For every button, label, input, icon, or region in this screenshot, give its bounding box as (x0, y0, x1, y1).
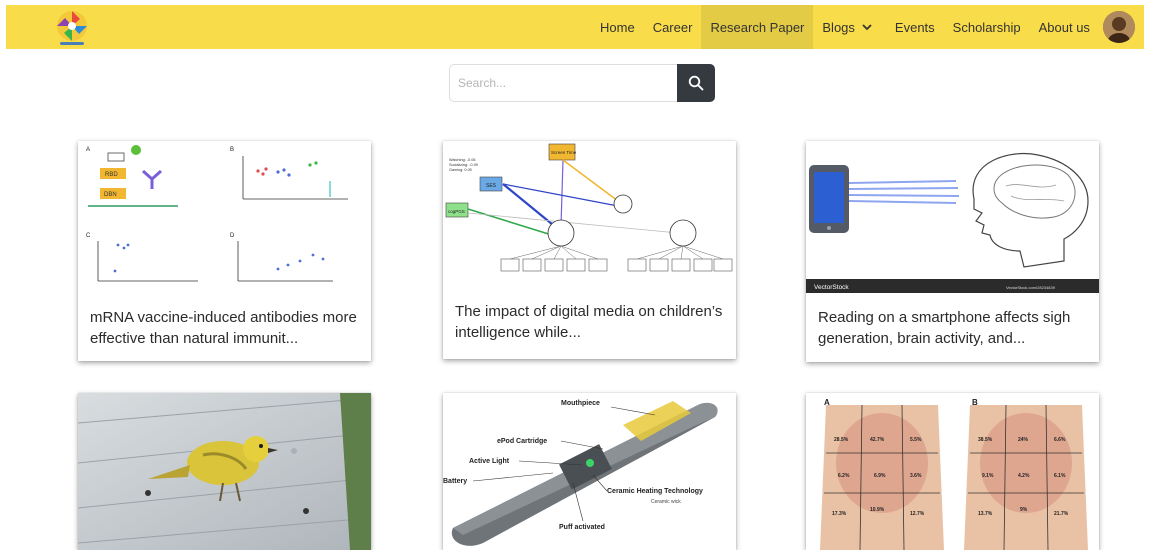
nav-events-label: Events (894, 19, 935, 35)
panel-c-letter: C (86, 233, 91, 239)
label-battery: Battery (443, 478, 467, 485)
nav-career-label: Career (652, 19, 693, 35)
yellow-bird-image (78, 393, 371, 550)
label-ceramic-wick: Ceramic wick (651, 499, 681, 505)
card-title: Reading on a smartphone affects sigh gen… (818, 309, 1071, 347)
region-value: 9.1% (982, 473, 994, 479)
card-title: The impact of digital media on children’… (455, 303, 723, 341)
nav-scholarship-label: Scholarship (952, 19, 1021, 35)
nav-career[interactable]: Career (644, 5, 702, 49)
label-puff-activated: Puff activated (559, 524, 605, 531)
region-value: 12.7% (910, 511, 925, 517)
label-ceramic-heating: Ceramic Heating Technology (607, 488, 703, 495)
node-screen-time: Screen Time (551, 150, 577, 155)
search-input[interactable] (449, 64, 677, 102)
node-ses: SES (486, 183, 497, 189)
rbd-label: RBD (105, 172, 118, 178)
region-value: 28.5% (834, 437, 849, 443)
card-thumbnail: Screen Time SES cogPGS Watching: -0.06 S… (443, 141, 736, 291)
panel-a-letter: A (86, 147, 90, 153)
region-value: 9% (1020, 507, 1028, 513)
research-card[interactable] (78, 393, 371, 550)
diagram-text-2: Socializing: -0.09 (449, 163, 478, 167)
vectorstock-url: VectorStock.com/28234839 (1006, 285, 1056, 290)
nav-blogs-label: Blogs (822, 19, 855, 35)
nav-research-paper[interactable]: Research Paper (701, 5, 814, 49)
region-value: 17.3% (832, 511, 847, 517)
panel-b-letter: B (230, 147, 234, 153)
diagram-text-3: Gaming: 0.05 (449, 168, 472, 172)
nav-about-us[interactable]: About us (1030, 5, 1099, 49)
region-value: 21.7% (1054, 511, 1069, 517)
antibody-chart-image: A B C D RBD DBN (78, 141, 371, 293)
logo-icon (57, 11, 87, 45)
nav-scholarship[interactable]: Scholarship (944, 5, 1030, 49)
research-card[interactable]: A B C D RBD DBN mRNA vaccine-induced ant… (78, 141, 371, 361)
region-value: 13.7% (978, 511, 993, 517)
label-active-light: Active Light (469, 458, 510, 465)
region-value: 6.2% (838, 473, 850, 479)
nav-home[interactable]: Home (591, 5, 644, 49)
region-value: 6.9% (874, 473, 886, 479)
top-navbar: Home Career Research Paper Blogs Events … (6, 5, 1144, 49)
dbn-label: DBN (104, 192, 117, 198)
search-button[interactable] (677, 64, 715, 102)
user-avatar[interactable] (1103, 11, 1135, 43)
nav-blogs-dropdown[interactable]: Blogs (813, 5, 886, 49)
region-value: 38.5% (978, 437, 993, 443)
region-value: 24% (1018, 437, 1029, 443)
region-value: 5.5% (910, 437, 922, 443)
region-value: 4.2% (1018, 473, 1030, 479)
card-thumbnail: VectorStock VectorStock.com/28234839 (806, 141, 1099, 293)
label-mouthpiece: Mouthpiece (561, 400, 600, 407)
region-value: 3.6% (910, 473, 922, 479)
region-value: 42.7% (870, 437, 885, 443)
region-value: 6.1% (1054, 473, 1066, 479)
chevron-down-icon (861, 21, 877, 33)
card-thumbnail: A B 28.5% 42.7% 5.5% 6.2% 6.9% 3.6% 17.3… (806, 393, 1099, 550)
nav-research-paper-label: Research Paper (710, 19, 805, 35)
card-thumbnail: A B C D RBD DBN (78, 141, 371, 293)
search-bar (449, 64, 715, 102)
path-diagram-image: Screen Time SES cogPGS Watching: -0.06 S… (443, 141, 736, 291)
abdomen-diagram-image: A B 28.5% 42.7% 5.5% 6.2% 6.9% 3.6% 17.3… (806, 393, 1099, 550)
brand-logo[interactable] (50, 6, 94, 50)
node-cogpgs: cogPGS (448, 209, 465, 214)
diagram-text-1: Watching: -0.06 (449, 158, 475, 162)
research-card[interactable]: Screen Time SES cogPGS Watching: -0.06 S… (443, 141, 736, 359)
card-thumbnail (78, 393, 371, 550)
label-epod-cartridge: ePod Cartridge (497, 438, 547, 445)
region-value: 10.9% (870, 507, 885, 513)
vectorstock-watermark: VectorStock (814, 284, 849, 291)
vape-device-image: Mouthpiece ePod Cartridge Active Light B… (443, 393, 736, 550)
nav-links: Home Career Research Paper Blogs Events … (591, 5, 1099, 49)
nav-about-us-label: About us (1038, 19, 1090, 35)
research-card[interactable]: VectorStock VectorStock.com/28234839 Rea… (806, 141, 1099, 362)
avatar-photo (1103, 11, 1135, 43)
panel-d-letter: D (230, 233, 235, 239)
card-title: mRNA vaccine-induced antibodies more eff… (90, 309, 357, 347)
smartphone-brain-image: VectorStock VectorStock.com/28234839 (806, 141, 1099, 293)
research-card[interactable]: A B 28.5% 42.7% 5.5% 6.2% 6.9% 3.6% 17.3… (806, 393, 1099, 550)
card-thumbnail: Mouthpiece ePod Cartridge Active Light B… (443, 393, 736, 550)
research-card[interactable]: Mouthpiece ePod Cartridge Active Light B… (443, 393, 736, 550)
nav-home-label: Home (600, 19, 635, 35)
nav-events[interactable]: Events (886, 5, 944, 49)
search-icon (688, 75, 704, 91)
region-value: 6.6% (1054, 437, 1066, 443)
